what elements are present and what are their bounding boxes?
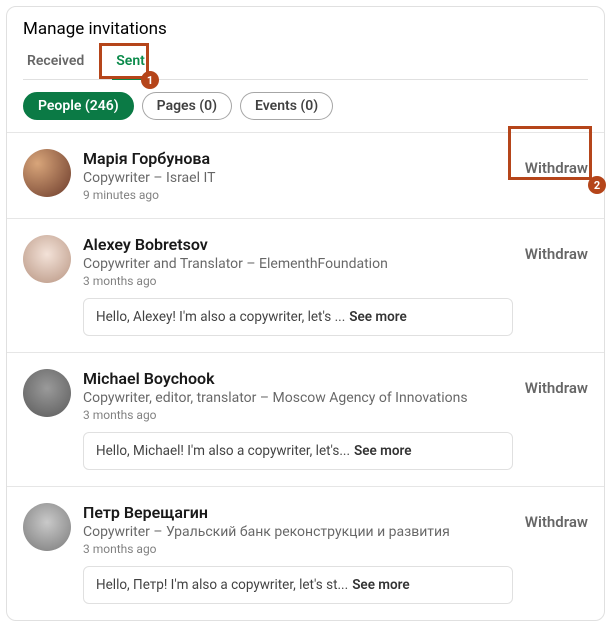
person-subtitle: Copywriter – Israel IT <box>83 170 513 186</box>
invitation-row: Michael Boychook Copywriter, editor, tra… <box>7 352 604 486</box>
invitation-info: Alexey Bobretsov Copywriter and Translat… <box>83 235 513 336</box>
message-text: Hello, Петр! I'm also a copywriter, let'… <box>96 577 348 593</box>
message-preview[interactable]: Hello, Петр! I'm also a copywriter, let'… <box>83 566 513 604</box>
invitation-list: Марія Горбунова Copywriter – Israel IT 9… <box>7 132 604 620</box>
see-more-link[interactable]: See more <box>354 443 412 459</box>
invitation-info: Michael Boychook Copywriter, editor, tra… <box>83 369 513 470</box>
withdraw-button[interactable]: Withdraw <box>525 159 588 177</box>
see-more-link[interactable]: See more <box>349 309 407 325</box>
withdraw-button[interactable]: Withdraw <box>525 245 588 263</box>
withdraw-button[interactable]: Withdraw <box>525 379 588 397</box>
person-subtitle: Copywriter, editor, translator – Moscow … <box>83 390 513 406</box>
avatar[interactable] <box>23 369 71 417</box>
person-subtitle: Copywriter – Уральский банк реконструкци… <box>83 524 513 540</box>
message-preview[interactable]: Hello, Alexey! I'm also a copywriter, le… <box>83 298 513 336</box>
annotation-badge-1: 1 <box>141 71 159 89</box>
filter-events[interactable]: Events (0) <box>240 92 333 120</box>
person-subtitle: Copywriter and Translator – ElementhFoun… <box>83 256 513 272</box>
person-name[interactable]: Петр Верещагин <box>83 503 513 522</box>
avatar[interactable] <box>23 149 71 197</box>
message-text: Hello, Alexey! I'm also a copywriter, le… <box>96 309 345 325</box>
row-action: Withdraw <box>525 369 588 397</box>
sent-time: 3 months ago <box>83 274 513 288</box>
filter-people[interactable]: People (246) <box>23 92 134 120</box>
invitation-info: Марія Горбунова Copywriter – Israel IT 9… <box>83 149 513 202</box>
row-action: Withdraw <box>525 235 588 263</box>
sent-time: 3 months ago <box>83 408 513 422</box>
invitation-row: Alexey Bobretsov Copywriter and Translat… <box>7 218 604 352</box>
filter-row: People (246) Pages (0) Events (0) <box>7 80 604 132</box>
avatar[interactable] <box>23 235 71 283</box>
invitation-info: Петр Верещагин Copywriter – Уральский ба… <box>83 503 513 604</box>
tab-received[interactable]: Received <box>23 45 88 79</box>
message-text: Hello, Michael! I'm also a copywriter, l… <box>96 443 350 459</box>
sent-time: 9 minutes ago <box>83 188 513 202</box>
sent-time: 3 months ago <box>83 542 513 556</box>
tabs: Received Sent <box>23 45 588 80</box>
person-name[interactable]: Alexey Bobretsov <box>83 235 513 254</box>
invitation-row: Петр Верещагин Copywriter – Уральский ба… <box>7 486 604 620</box>
withdraw-button[interactable]: Withdraw <box>525 513 588 531</box>
manage-invitations-card: Manage invitations Received Sent People … <box>6 6 605 621</box>
person-name[interactable]: Марія Горбунова <box>83 149 513 168</box>
filter-pages[interactable]: Pages (0) <box>142 92 232 120</box>
row-action: Withdraw <box>525 149 588 177</box>
invitation-row: Марія Горбунова Copywriter – Israel IT 9… <box>7 132 604 218</box>
page-title: Manage invitations <box>23 19 588 39</box>
avatar[interactable] <box>23 503 71 551</box>
message-preview[interactable]: Hello, Michael! I'm also a copywriter, l… <box>83 432 513 470</box>
annotation-badge-2: 2 <box>588 176 606 194</box>
card-header: Manage invitations Received Sent <box>7 7 604 80</box>
see-more-link[interactable]: See more <box>352 577 410 593</box>
person-name[interactable]: Michael Boychook <box>83 369 513 388</box>
